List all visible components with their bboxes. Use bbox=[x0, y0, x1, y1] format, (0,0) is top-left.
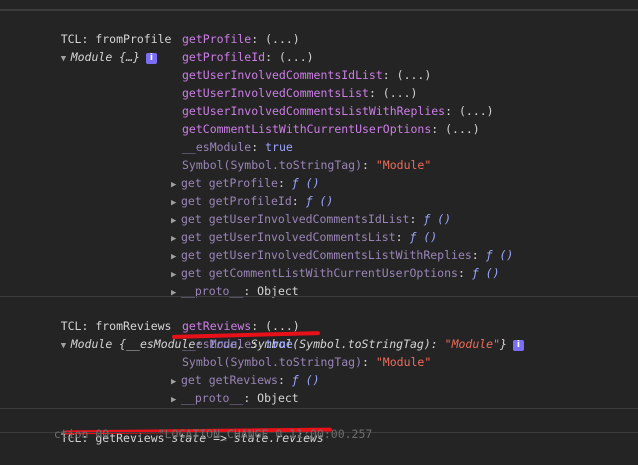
info-icon[interactable]: i bbox=[512, 340, 524, 351]
getter-row[interactable]: ▶ get getProfile: ƒ () bbox=[171, 174, 320, 192]
log-row-cutoff: ction 00 ... "LOCATION_CHANGE 0 11:00:00… bbox=[40, 427, 373, 441]
log-label: TCL: fromProfile bbox=[60, 32, 172, 46]
property-row[interactable]: getProfileId: (...) bbox=[182, 48, 314, 66]
proto-row[interactable]: ▶ __proto__: Object bbox=[171, 389, 299, 407]
console-message-partial-top bbox=[0, 0, 638, 10]
getter-row[interactable]: ▶ get getCommentListWithCurrentUserOption… bbox=[171, 264, 500, 282]
object-summary[interactable]: Module {…} bbox=[71, 50, 140, 64]
property-row[interactable]: getProfile: (...) bbox=[182, 30, 300, 48]
esmodule-row: __esModule: true bbox=[182, 140, 293, 154]
expand-triangle-down-icon[interactable]: ▼ bbox=[61, 337, 71, 355]
expand-triangle-right-icon: ▶ bbox=[171, 395, 177, 405]
getter-row[interactable]: ▶ get getUserInvolvedCommentsIdList: ƒ () bbox=[171, 210, 451, 228]
getter-row[interactable]: ▶ get getUserInvolvedCommentsList: ƒ () bbox=[171, 228, 437, 246]
getter-row[interactable]: ▶ get getReviews: ƒ () bbox=[171, 371, 320, 389]
property-row[interactable]: getUserInvolvedCommentsIdList: (...) bbox=[182, 66, 431, 84]
console-message-partial-bottom: ction 00 ... "LOCATION_CHANGE 0 11:00:00… bbox=[0, 427, 638, 441]
symbol-row: Symbol(Symbol.toStringTag): "Module" bbox=[182, 355, 432, 369]
property-row[interactable]: getCommentListWithCurrentUserOptions: (.… bbox=[182, 120, 480, 138]
console-message-fromProfile: TCL: fromProfile ▼ Module {…} i getProfile… bbox=[0, 10, 638, 298]
log-header: TCL: fromProfile ▼ Module {…} i bbox=[33, 12, 171, 64]
expand-triangle-down-icon[interactable]: ▼ bbox=[61, 50, 71, 68]
log-header: TCL: fromReviews ▼ Module {__esModule: tr… bbox=[33, 299, 524, 351]
property-row[interactable]: getUserInvolvedCommentsList: (...) bbox=[182, 84, 417, 102]
symbol-row: Symbol(Symbol.toStringTag): "Module" bbox=[182, 158, 432, 172]
property-row[interactable]: getUserInvolvedCommentsListWithReplies: … bbox=[182, 102, 494, 120]
info-icon[interactable]: i bbox=[145, 53, 157, 64]
getter-row[interactable]: ▶ get getProfileId: ƒ () bbox=[171, 192, 333, 210]
log-label: TCL: fromReviews bbox=[60, 319, 172, 333]
getter-row[interactable]: ▶ get getUserInvolvedCommentsListWithRepl… bbox=[171, 246, 513, 264]
console-message-fromReviews: TCL: fromReviews ▼ Module {__esModule: tr… bbox=[0, 296, 638, 409]
